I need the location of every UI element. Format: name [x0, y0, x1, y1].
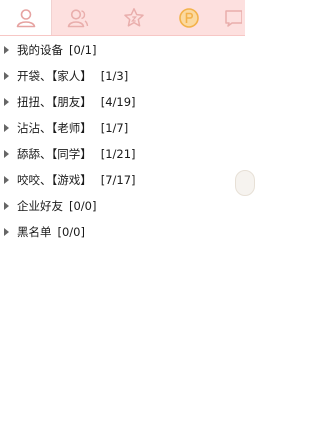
group-name: 扭扭、【朋友】	[17, 95, 92, 109]
contact-group-row[interactable]: 沾沾、【老师】 [1/7]	[0, 115, 245, 141]
group-online-count: [1/21]	[100, 147, 136, 161]
tab-qzone[interactable]	[163, 0, 215, 35]
expand-arrow-icon[interactable]	[4, 72, 9, 80]
contacts-tab-bar	[0, 0, 245, 36]
expand-arrow-icon[interactable]	[4, 98, 9, 106]
group-online-count: [4/19]	[100, 95, 136, 109]
expand-arrow-icon[interactable]	[4, 46, 9, 54]
group-online-count: [1/3]	[100, 69, 129, 83]
message-icon	[225, 9, 242, 27]
contact-group-row[interactable]: 扭扭、【朋友】 [4/19]	[0, 89, 245, 115]
contact-group-row[interactable]: 我的设备 [0/1]	[0, 37, 245, 63]
qzone-icon	[179, 7, 199, 28]
expand-arrow-icon[interactable]	[4, 202, 9, 210]
group-online-count: [7/17]	[100, 173, 136, 187]
expand-arrow-icon[interactable]	[4, 228, 9, 236]
group-online-count: [0/0]	[57, 225, 85, 239]
contact-group-row[interactable]: 企业好友 [0/0]	[0, 193, 245, 219]
contact-icon	[16, 8, 35, 27]
contact-group-row[interactable]: 舔舔、【同学】 [1/21]	[0, 141, 245, 167]
contact-group-row[interactable]: 黑名单 [0/0]	[0, 219, 245, 245]
group-name: 企业好友	[17, 199, 63, 213]
group-name: 开袋、【家人】	[17, 69, 92, 83]
tab-favorites[interactable]	[108, 0, 160, 35]
tab-groups[interactable]	[52, 0, 104, 35]
tab-contacts[interactable]	[0, 0, 52, 35]
group-name: 咬咬、【游戏】	[17, 173, 92, 187]
expand-arrow-icon[interactable]	[4, 124, 9, 132]
tab-messages[interactable]	[218, 0, 245, 35]
group-name: 我的设备	[17, 43, 63, 57]
group-name: 黑名单	[17, 225, 52, 239]
contact-group-row[interactable]: 开袋、【家人】 [1/3]	[0, 63, 245, 89]
side-panel-handle[interactable]	[235, 170, 255, 196]
expand-arrow-icon[interactable]	[4, 176, 9, 184]
group-online-count: [0/1]	[69, 43, 97, 57]
star-icon	[124, 7, 144, 27]
group-name: 舔舔、【同学】	[17, 147, 92, 161]
group-online-count: [0/0]	[69, 199, 97, 213]
group-name: 沾沾、【老师】	[17, 121, 92, 135]
contact-group-list: 我的设备 [0/1] 开袋、【家人】 [1/3] 扭扭、【朋友】 [4/19] …	[0, 37, 245, 245]
group-icon	[67, 8, 89, 27]
expand-arrow-icon[interactable]	[4, 150, 9, 158]
contact-group-row[interactable]: 咬咬、【游戏】 [7/17]	[0, 167, 245, 193]
group-online-count: [1/7]	[100, 121, 129, 135]
